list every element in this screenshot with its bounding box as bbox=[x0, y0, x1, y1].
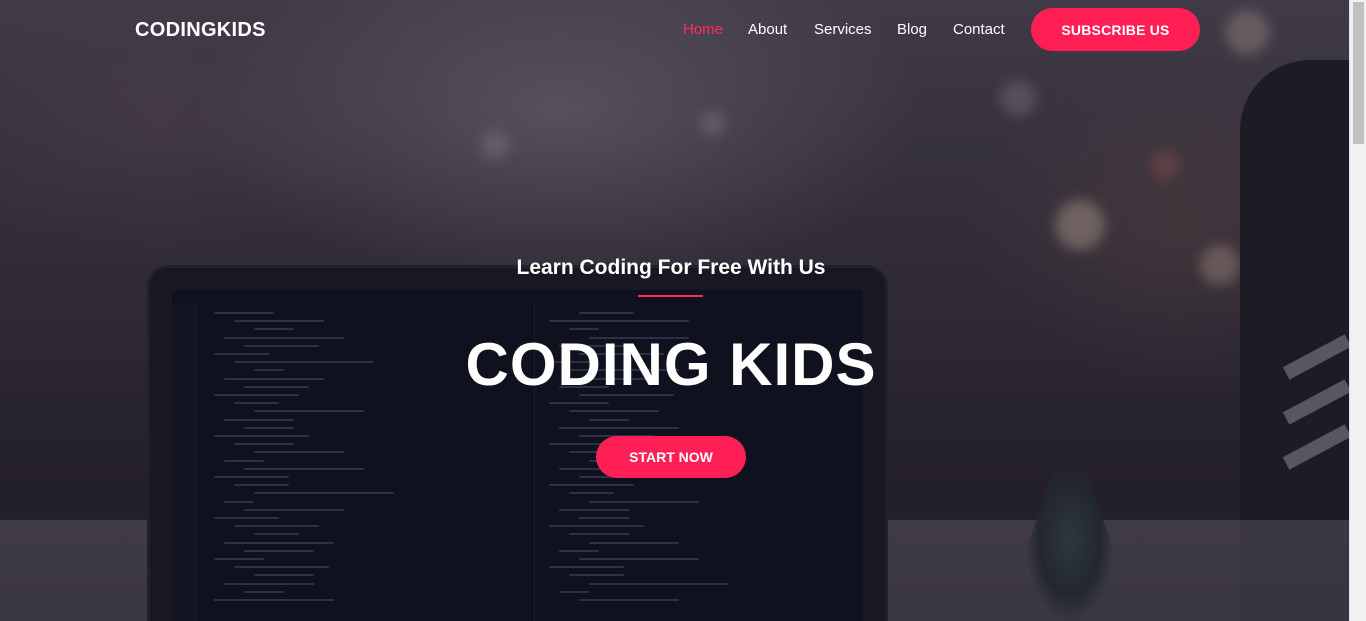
nav-link-services[interactable]: Services bbox=[814, 21, 872, 38]
nav-link-contact[interactable]: Contact bbox=[953, 21, 1005, 38]
top-navbar: CODINGKIDS Home About Services Blog Cont… bbox=[0, 0, 1349, 58]
subscribe-button[interactable]: SUBSCRIBE US bbox=[1031, 8, 1200, 51]
start-now-button[interactable]: START NOW bbox=[596, 436, 746, 478]
brand-logo[interactable]: CODINGKIDS bbox=[135, 19, 266, 42]
nav-link-blog[interactable]: Blog bbox=[897, 21, 927, 38]
scrollbar-thumb[interactable] bbox=[1353, 2, 1364, 144]
page-scrollbar[interactable] bbox=[1349, 0, 1366, 621]
nav-link-about[interactable]: About bbox=[748, 21, 787, 38]
hero-headline: CODING KIDS bbox=[465, 331, 877, 398]
hero-overlay bbox=[0, 0, 1349, 621]
hero-background-image bbox=[0, 0, 1349, 621]
hero-divider bbox=[638, 295, 703, 297]
hero-subtitle: Learn Coding For Free With Us bbox=[516, 256, 826, 279]
nav-link-home[interactable]: Home bbox=[683, 21, 723, 38]
